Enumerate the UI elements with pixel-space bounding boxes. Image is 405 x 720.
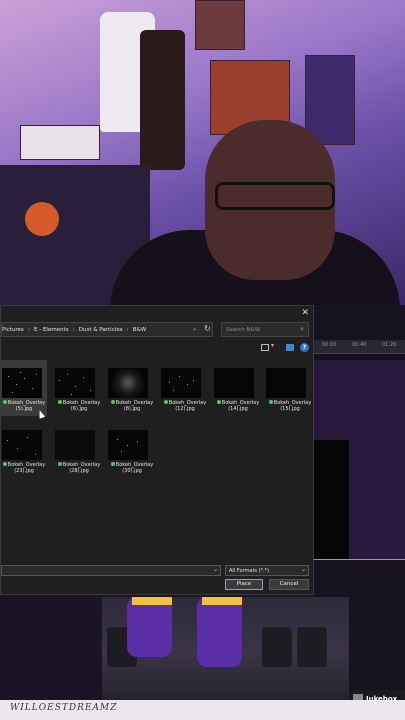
- brand-text: WILLOESTDREAMZ: [10, 703, 118, 713]
- address-row: Pictures › E - Elements › Dust & Particles › B…: [1, 322, 313, 338]
- clip-preview: [312, 440, 349, 560]
- sync-status-icon: [163, 400, 168, 404]
- playhead-line: [312, 559, 405, 560]
- file-thumbnail: [55, 368, 95, 398]
- timeline-ruler[interactable]: 00:00 00:40 01:20: [312, 340, 405, 354]
- breadcrumb-item[interactable]: B&W: [133, 327, 147, 333]
- ruler-label: 00:00: [322, 342, 337, 348]
- wall-poster: [195, 0, 245, 50]
- screen: 00:00 00:40 01:20 Jukebox WILLOESTDREAMZ…: [0, 0, 405, 720]
- breadcrumb-item[interactable]: Dust & Particles: [79, 327, 123, 333]
- file-item[interactable]: Bokeh_Overlay (8).jpg: [107, 360, 153, 416]
- file-item[interactable]: Bokeh_Overlay (30).jpg: [107, 422, 153, 478]
- file-type-value: All Formats (*.*): [229, 568, 270, 574]
- lakers-image: [102, 597, 349, 707]
- sync-status-icon: [57, 462, 62, 466]
- file-name: Bokeh_Overlay (6).jpg: [54, 400, 104, 412]
- file-item[interactable]: Bokeh_Overlay (6).jpg: [54, 360, 100, 416]
- chevron-right-icon: ›: [27, 327, 30, 333]
- close-icon[interactable]: ✕: [301, 307, 309, 319]
- ruler-label: 01:20: [382, 342, 397, 348]
- sync-status-icon: [2, 400, 7, 404]
- sync-status-icon: [57, 400, 62, 404]
- file-name: Bokeh_Overlay (8).jpg: [107, 400, 157, 412]
- preview-pane-icon[interactable]: [286, 344, 294, 351]
- jersey-stripe: [202, 597, 242, 605]
- sync-status-icon: [110, 400, 115, 404]
- help-icon[interactable]: ?: [300, 343, 309, 352]
- file-name: Bokeh_Overlay (12).jpg: [160, 400, 210, 412]
- place-button[interactable]: Place: [225, 579, 263, 590]
- file-name-input[interactable]: ⌄: [1, 565, 221, 576]
- dialog-titlebar[interactable]: ✕: [1, 306, 313, 320]
- chevron-down-icon[interactable]: ▾: [271, 342, 274, 349]
- cancel-button[interactable]: Cancel: [269, 579, 309, 590]
- breadcrumb-item[interactable]: E - Elements: [34, 327, 69, 333]
- wall-poster: [20, 125, 100, 160]
- file-name: Bokeh_Overlay (28).jpg: [54, 462, 104, 474]
- chevron-right-icon: ›: [72, 327, 75, 333]
- arena-seat: [262, 627, 292, 667]
- file-thumbnail: [161, 368, 201, 398]
- player: [127, 597, 172, 657]
- sync-status-icon: [268, 400, 273, 404]
- file-open-dialog: ✕ Pictures › E - Elements › Dust & Particles…: [0, 305, 314, 595]
- breadcrumb-item[interactable]: Pictures: [2, 327, 24, 333]
- file-name: Bokeh_Overlay (15).jpg: [265, 400, 315, 412]
- refresh-icon[interactable]: ↻: [204, 324, 211, 333]
- wall-poster: [305, 55, 355, 145]
- sync-status-icon: [2, 462, 7, 466]
- breadcrumb[interactable]: Pictures › E - Elements › Dust & Particles › B…: [1, 322, 213, 337]
- file-item[interactable]: Bokeh_Overlay (5).jpg: [1, 360, 47, 416]
- file-thumbnail: [214, 368, 254, 398]
- webcam-feed: [0, 0, 405, 310]
- file-name: Bokeh_Overlay (14).jpg: [213, 400, 263, 412]
- sync-status-icon: [110, 462, 115, 466]
- jersey-stripe: [132, 597, 172, 605]
- file-item[interactable]: Bokeh_Overlay (23).jpg: [1, 422, 47, 478]
- file-thumbnail: [266, 368, 306, 398]
- sync-status-icon: [216, 400, 221, 404]
- search-icon: ⌕: [300, 325, 304, 333]
- search-input[interactable]: Search B&W ⌕: [221, 322, 309, 337]
- file-thumbnail: [2, 430, 42, 460]
- file-type-select[interactable]: All Formats (*.*) ⌄: [225, 565, 309, 576]
- player: [197, 597, 242, 667]
- glasses: [215, 182, 335, 210]
- file-thumbnail: [2, 368, 42, 398]
- view-mode-icon[interactable]: [261, 344, 269, 351]
- dialog-toolbar: ▾ ?: [1, 342, 313, 354]
- search-placeholder: Search B&W: [226, 327, 261, 333]
- file-item[interactable]: Bokeh_Overlay (12).jpg: [160, 360, 206, 416]
- jersey: [140, 30, 185, 170]
- chevron-down-icon[interactable]: ⌄: [192, 325, 197, 332]
- chevron-down-icon[interactable]: ⌄: [213, 566, 218, 573]
- file-thumbnail: [55, 430, 95, 460]
- file-thumbnail: [108, 368, 148, 398]
- file-item[interactable]: Bokeh_Overlay (14).jpg: [213, 360, 259, 416]
- file-item[interactable]: Bokeh_Overlay (15).jpg: [265, 360, 311, 416]
- file-item[interactable]: Bokeh_Overlay (28).jpg: [54, 422, 100, 478]
- chevron-down-icon: ⌄: [300, 566, 306, 573]
- file-thumbnail: [108, 430, 148, 460]
- file-grid: Bokeh_Overlay (5).jpg Bokeh_Overlay (6).…: [1, 360, 313, 560]
- file-name: Bokeh_Overlay (23).jpg: [0, 462, 49, 474]
- file-name: Bokeh_Overlay (30).jpg: [107, 462, 157, 474]
- basketball: [25, 202, 59, 236]
- brand-strip: WILLOESTDREAMZ: [0, 700, 405, 720]
- arena-seat: [297, 627, 327, 667]
- ruler-label: 00:40: [352, 342, 367, 348]
- chevron-right-icon: ›: [126, 327, 129, 333]
